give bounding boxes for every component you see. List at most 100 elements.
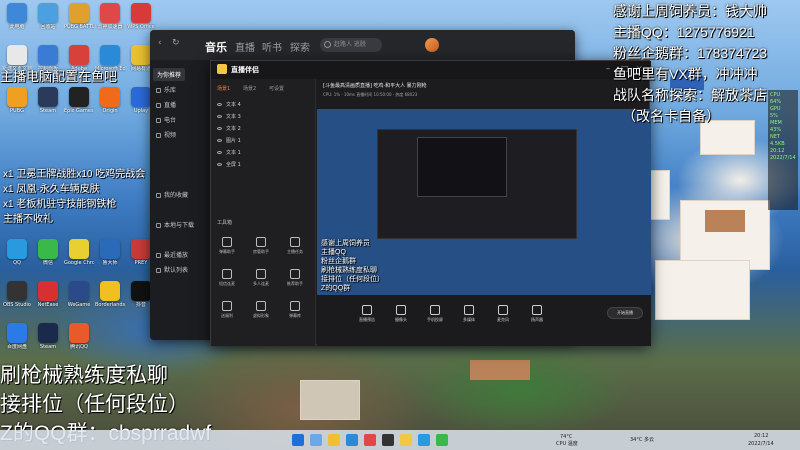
tool-sms-link[interactable]: 短信连麦 xyxy=(215,269,239,287)
tool-danmu-lib[interactable]: 弹幕库 xyxy=(283,301,307,319)
desktop-icon[interactable]: 此电脑 xyxy=(2,3,32,30)
clock-date[interactable]: 2022/7/14 xyxy=(748,441,774,447)
tool-danmu-helper[interactable]: 弹幕助手 xyxy=(215,237,239,255)
stream-preview[interactable]: 感谢上周饲养员 主播QQ 粉丝企鹅群 刷枪械熟练度私聊 接排位（任何段位） Z的QQ群 xyxy=(317,109,651,295)
search-placeholder: 赶路人 逃脱 xyxy=(334,41,366,48)
desktop-icon[interactable]: Steam xyxy=(33,323,63,350)
sidebar-item-recent[interactable]: 最近播放 xyxy=(156,250,188,259)
desktop-icon[interactable]: PUBG xyxy=(2,87,32,114)
stream-companion-icon[interactable] xyxy=(400,434,412,446)
speaker-button[interactable]: 扬声器 xyxy=(525,305,549,323)
scene-item[interactable]: 文本 1 xyxy=(217,149,241,156)
sidebar-item-label: 本地与下载 xyxy=(164,222,195,229)
scene-item[interactable]: 文本 4 xyxy=(217,101,241,108)
tab-settable[interactable]: 可设置 xyxy=(269,85,284,92)
desktop-icon[interactable]: 腾讯QQ xyxy=(64,323,94,350)
sidebar-item-label: 乐库 xyxy=(164,87,177,94)
start-live-label: 开始直播 xyxy=(617,310,633,315)
edge-icon[interactable] xyxy=(346,434,358,446)
sidebar-item-recommend[interactable]: 为你推荐 xyxy=(153,68,186,81)
desktop-icon[interactable]: 百度网盘 xyxy=(2,323,32,350)
wechat-icon[interactable] xyxy=(436,434,448,446)
avatar[interactable] xyxy=(425,38,439,52)
desktop-icon[interactable]: 回收站 xyxy=(33,3,63,30)
desktop-icon[interactable]: Origin xyxy=(95,87,125,114)
desktop-icon[interactable]: Epic Games Launcher xyxy=(64,87,94,114)
media-button[interactable]: 多媒体 xyxy=(457,305,481,323)
desktop-icon[interactable]: WeGame xyxy=(64,281,94,308)
app-icon xyxy=(38,3,58,23)
sidebar-item-library[interactable]: 乐库 xyxy=(156,85,176,94)
tab-live[interactable]: 直播 xyxy=(235,39,255,54)
desktop-icon[interactable]: NetEase xyxy=(33,281,63,308)
tool-host-task[interactable]: 主播任务 xyxy=(283,237,307,255)
qq-icon[interactable] xyxy=(418,434,430,446)
sidebar-item-live[interactable]: 直播 xyxy=(156,100,176,109)
tool-multi-link[interactable]: 多人连麦 xyxy=(249,269,273,287)
tab-music[interactable]: 音乐 xyxy=(205,39,227,55)
phone-icon xyxy=(430,305,440,315)
eye-icon[interactable] xyxy=(217,115,222,118)
desktop-icon[interactable]: OBS Studio xyxy=(2,281,32,308)
desktop-icon[interactable]: 鲁大师 xyxy=(95,239,125,266)
desktop-icon[interactable]: Steam xyxy=(33,87,63,114)
eye-icon[interactable] xyxy=(217,139,222,142)
eye-icon[interactable] xyxy=(217,103,222,106)
live-preview-button[interactable]: 直播预告 xyxy=(355,305,379,323)
back-icon[interactable]: ‹ xyxy=(158,38,162,48)
sidebar-item-video[interactable]: 视频 xyxy=(156,130,176,139)
eye-icon[interactable] xyxy=(217,163,222,166)
tool-recommend[interactable]: 推荐助手 xyxy=(283,269,307,287)
tool-label: 送福利 xyxy=(221,313,233,318)
overlay-right-line: 粉丝企鹅群：178374723 xyxy=(613,45,768,61)
minimize-icon[interactable]: – xyxy=(606,64,610,73)
app-icon xyxy=(100,3,120,23)
search-input[interactable]: 赶路人 逃脱 xyxy=(320,38,382,52)
wallpaper-roof xyxy=(705,210,745,232)
sidebar-item-default-list[interactable]: 默认列表 xyxy=(156,265,188,274)
tab-explore[interactable]: 探索 xyxy=(290,39,310,54)
tab-audiobook[interactable]: 听书 xyxy=(262,39,282,54)
weather-status[interactable]: 34°C 多云 xyxy=(630,437,654,443)
preview-overlay-line: 刷枪械熟练度私聊 xyxy=(321,267,377,274)
desktop-icon[interactable]: QQ xyxy=(2,239,32,266)
sidebar-item-radio[interactable]: 电台 xyxy=(156,115,176,124)
scene-item[interactable]: 文本 2 xyxy=(217,125,241,132)
explorer-icon[interactable] xyxy=(328,434,340,446)
tab-scene-1[interactable]: 场景1 xyxy=(217,85,230,92)
cpu-temp-label: CPU 温度 xyxy=(556,441,578,447)
clock-time[interactable]: 20:12 xyxy=(754,433,768,439)
search-icon xyxy=(324,41,331,48)
scene-item[interactable]: 全屏 1 xyxy=(217,161,241,168)
sidebar-item-local[interactable]: 本地与下载 xyxy=(156,220,194,229)
tool-room-admin[interactable]: 房管助手 xyxy=(249,237,273,255)
app-icon xyxy=(69,45,89,65)
start-icon[interactable] xyxy=(292,434,304,446)
obs-icon[interactable] xyxy=(382,434,394,446)
eye-icon[interactable] xyxy=(217,127,222,130)
scene-item[interactable]: 图片 1 xyxy=(217,137,241,144)
eye-icon[interactable] xyxy=(217,151,222,154)
desktop-icon[interactable]: PUBG BATTLEGR... xyxy=(64,3,94,30)
desktop-icon[interactable]: Borderlands 3 xyxy=(95,281,125,308)
app-icon xyxy=(38,239,58,259)
phone-cast-button[interactable]: 手机投屏 xyxy=(423,305,447,323)
tool-avatar[interactable]: 虚拟形象 xyxy=(249,301,273,319)
tool-giveaway[interactable]: 送福利 xyxy=(215,301,239,319)
search-icon[interactable] xyxy=(310,434,322,446)
camera-button[interactable]: 摄像头 xyxy=(389,305,413,323)
tab-scene-2[interactable]: 场景2 xyxy=(243,85,256,92)
stream-companion-window[interactable]: 直播伴侣 – □ × 场景1 场景2 可设置 文本 4 文本 3 文本 2 图片… xyxy=(210,60,651,346)
app-icon[interactable] xyxy=(364,434,376,446)
desktop-icon[interactable]: Google Chrome xyxy=(64,239,94,266)
refresh-icon[interactable]: ↻ xyxy=(172,38,180,48)
desktop-icon[interactable]: 微信 xyxy=(33,239,63,266)
microphone-button[interactable]: 麦克风 xyxy=(491,305,515,323)
sidebar-item-favorites[interactable]: 我的收藏 xyxy=(156,190,188,199)
wallpaper-house xyxy=(300,380,360,420)
desktop-icon[interactable]: WPS Office xyxy=(126,3,156,30)
start-live-button[interactable]: 开始直播 xyxy=(607,307,643,319)
scene-label: 文本 1 xyxy=(226,150,241,156)
scene-item[interactable]: 文本 3 xyxy=(217,113,241,120)
desktop-icon[interactable]: 雷神加速器 xyxy=(95,3,125,30)
